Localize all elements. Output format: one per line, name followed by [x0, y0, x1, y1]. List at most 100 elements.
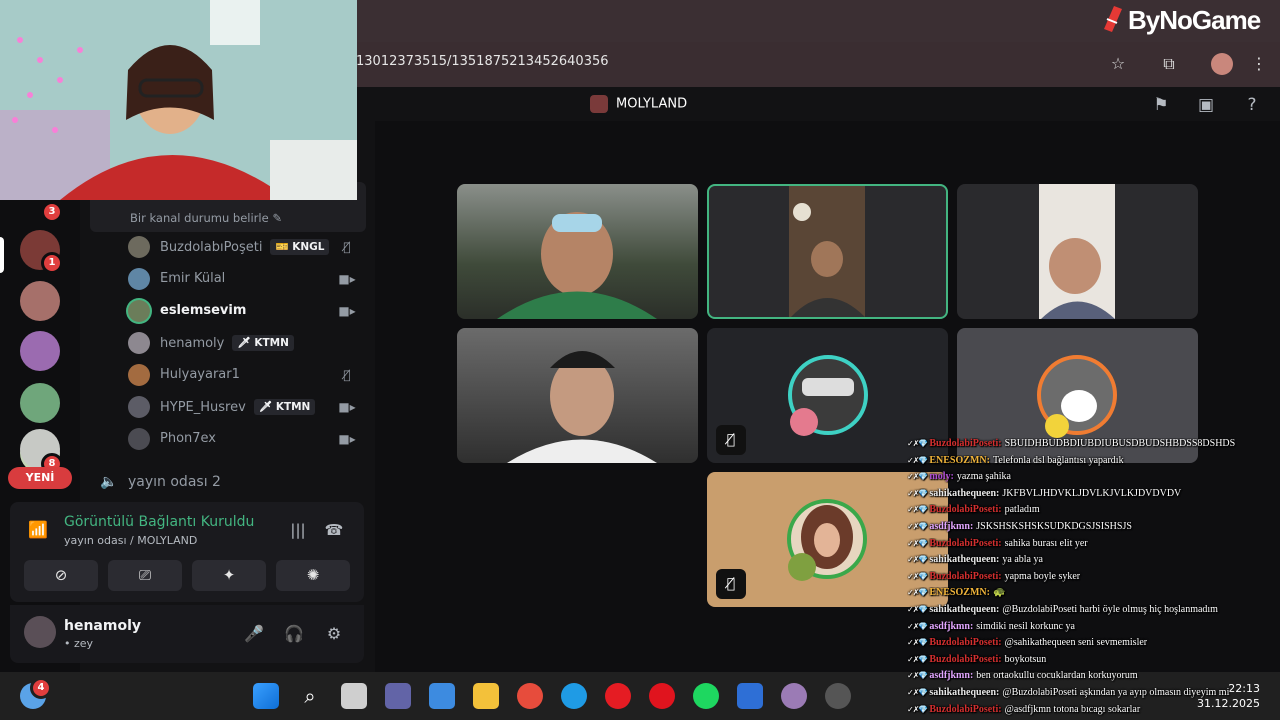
member-row[interactable]: Phon7ex ■▸: [128, 428, 360, 450]
member-name: BuzdolabıPoşeti 🎫 KNGL: [160, 239, 330, 255]
chat-username: asdfjkmn:: [929, 520, 974, 532]
chat-text: simdiki nesil korkunc ya: [976, 620, 1075, 632]
headphones-icon[interactable]: 🎧: [283, 623, 305, 645]
chat-username: BuzdolabiPoseti:: [929, 703, 1002, 715]
chat-message: ✓✗💎 BuzdolabiPoseti: boykotsun: [907, 654, 1280, 671]
chat-badges-icon: ✓✗💎: [907, 538, 928, 548]
spotify-icon[interactable]: [693, 683, 719, 709]
avatar: [128, 396, 150, 418]
noise-suppression-icon[interactable]: |||: [286, 518, 310, 542]
stream-chat-overlay: ✓✗💎 BuzdolabiPoseti: SBUIDHBUDBDIUBDIUBUSD…: [907, 438, 1280, 720]
chat-text: JSKSHSKSHSKSUDKDGSJSISHSJS: [976, 520, 1132, 532]
member-name: eslemsevim: [160, 303, 247, 318]
chat-badges-icon: ✓✗💎: [907, 555, 928, 565]
chat-badges-icon: ✓✗💎: [907, 455, 928, 465]
soundboard-button[interactable]: ✺: [276, 560, 350, 591]
edge-icon[interactable]: [561, 683, 587, 709]
activities-button[interactable]: ✦: [192, 560, 266, 591]
address-url[interactable]: 13012373515/1351875213452640356: [356, 54, 609, 69]
connection-channel[interactable]: yayın odası / MOLYLAND: [64, 534, 197, 547]
member-row[interactable]: HYPE_Husrev 🗡 KTMN ■▸: [128, 396, 360, 418]
search-icon[interactable]: ⌕: [297, 683, 323, 709]
flag-icon[interactable]: ⚑: [1150, 94, 1172, 116]
video-icon: ■▸: [338, 400, 356, 414]
chat-badges-icon: ✓✗💎: [907, 571, 928, 581]
chat-username: moly:: [929, 471, 954, 483]
chat-message: ✓✗💎 asdfjkmn: JSKSHSKSHSKSUDKDGSJSISHSJS: [907, 521, 1280, 538]
start-icon[interactable]: [253, 683, 279, 709]
server-title: MOLYLAND: [590, 95, 687, 113]
puzzle-icon[interactable]: ⧉: [1158, 53, 1180, 75]
video-tile[interactable]: [707, 184, 948, 319]
activities-icon: ✦: [222, 566, 236, 584]
webcam-image: [0, 0, 357, 200]
chat-text: SBUIDHBUDBDIUBDIUBUSDBUDSHBDSS8DSHDS: [1004, 438, 1236, 449]
chat-badges-icon: ✓✗💎: [907, 505, 928, 515]
member-tag: 🎫 KNGL: [270, 239, 330, 255]
chat-username: sahikathequeen:: [929, 554, 1000, 566]
chat-text: Telefonla dsl bağlantısı yapardık: [992, 454, 1124, 466]
inbox-icon[interactable]: ▣: [1195, 94, 1217, 116]
server-icon-3[interactable]: [20, 331, 60, 371]
chat-text: patladım: [1004, 504, 1040, 516]
member-row[interactable]: Emir Külal ■▸: [128, 268, 360, 290]
star-icon[interactable]: ☆: [1107, 53, 1129, 75]
member-row[interactable]: Hulyayarar1 🎙̸: [128, 364, 360, 386]
chat-badges-icon: ✓✗💎: [907, 654, 928, 664]
soundboard-icon: ✺: [306, 566, 320, 584]
help-icon[interactable]: ?: [1241, 94, 1263, 116]
server-icon: [590, 95, 608, 113]
video-tile[interactable]: [457, 328, 698, 463]
pencil-icon: ✎: [272, 211, 282, 225]
chat-badges-icon: ✓✗💎: [907, 687, 928, 697]
screen-share-button[interactable]: ⎚: [108, 560, 182, 591]
chat-message: ✓✗💎 sahikathequeen: @BuzdolabiPoseti aşkın…: [907, 687, 1280, 704]
chat-username: BuzdolabiPoseti:: [929, 653, 1002, 665]
participant-video: [1039, 184, 1115, 319]
app-icon[interactable]: [737, 683, 763, 709]
member-row[interactable]: henamoly 🗡 KTMN: [128, 332, 360, 354]
video-tile[interactable]: [957, 184, 1198, 319]
chat-badges-icon: ✓✗💎: [907, 439, 928, 448]
voice-channel-2[interactable]: 🔈 yayın odası 2: [100, 474, 221, 490]
member-name: henamoly 🗡 KTMN: [160, 335, 294, 351]
chat-message: ✓✗💎 sahikathequeen: @BuzdolabiPoseti harbi…: [907, 604, 1280, 621]
signal-icon[interactable]: 📶: [28, 520, 54, 544]
microphone-icon[interactable]: 🎤: [243, 623, 265, 645]
file-explorer-icon[interactable]: [473, 683, 499, 709]
chat-message: ✓✗💎 BuzdolabiPoseti: @sahikathequeen seni …: [907, 637, 1280, 654]
profile-avatar[interactable]: [1211, 53, 1233, 75]
server-icon-2[interactable]: [20, 281, 60, 321]
member-row[interactable]: eslemsevim ■▸: [128, 300, 360, 322]
kebab-icon[interactable]: ⋮: [1248, 53, 1270, 75]
chat-text: @BuzdolabiPoseti aşkından ya ayıp olması…: [1002, 686, 1230, 698]
obs-icon[interactable]: [825, 683, 851, 709]
gear-icon[interactable]: ⚙: [323, 623, 345, 645]
member-row[interactable]: BuzdolabıPoşeti 🎫 KNGL 🎙̸: [128, 236, 360, 258]
member-name: HYPE_Husrev 🗡 KTMN: [160, 399, 316, 415]
chat-text: yapma boyle syker: [1004, 570, 1081, 582]
selected-pill: [0, 237, 4, 273]
youtube-icon[interactable]: [605, 683, 631, 709]
chrome-icon[interactable]: [517, 683, 543, 709]
teams-icon[interactable]: [385, 683, 411, 709]
chat-username: asdfjkmn:: [929, 670, 974, 682]
chat-message: ✓✗💎 asdfjkmn: ben ortaokullu cocuklardan k…: [907, 670, 1280, 687]
channel-status-placeholder[interactable]: Bir kanal durumu belirle ✎: [130, 211, 282, 225]
chrome-profile-icon[interactable]: [781, 683, 807, 709]
avatar: [128, 428, 150, 450]
avatar[interactable]: [24, 616, 56, 648]
task-view-icon[interactable]: [341, 683, 367, 709]
opera-icon[interactable]: [649, 683, 675, 709]
camera-off-icon: ⊘: [54, 566, 68, 584]
disconnect-icon[interactable]: ☎: [322, 518, 346, 542]
mic-muted-icon: 🎙̸: [343, 368, 351, 382]
chat-text: JKFBVLJHDVKLJDVLKJVLKJDVDVDV: [1002, 487, 1182, 499]
weather-badge: 4: [30, 677, 52, 699]
store-icon[interactable]: [429, 683, 455, 709]
chat-badges-icon: ✓✗💎: [907, 704, 928, 714]
camera-off-button[interactable]: ⊘: [24, 560, 98, 591]
new-badge[interactable]: YENİ: [8, 467, 72, 489]
video-tile[interactable]: [457, 184, 698, 319]
server-icon-4[interactable]: [20, 383, 60, 423]
